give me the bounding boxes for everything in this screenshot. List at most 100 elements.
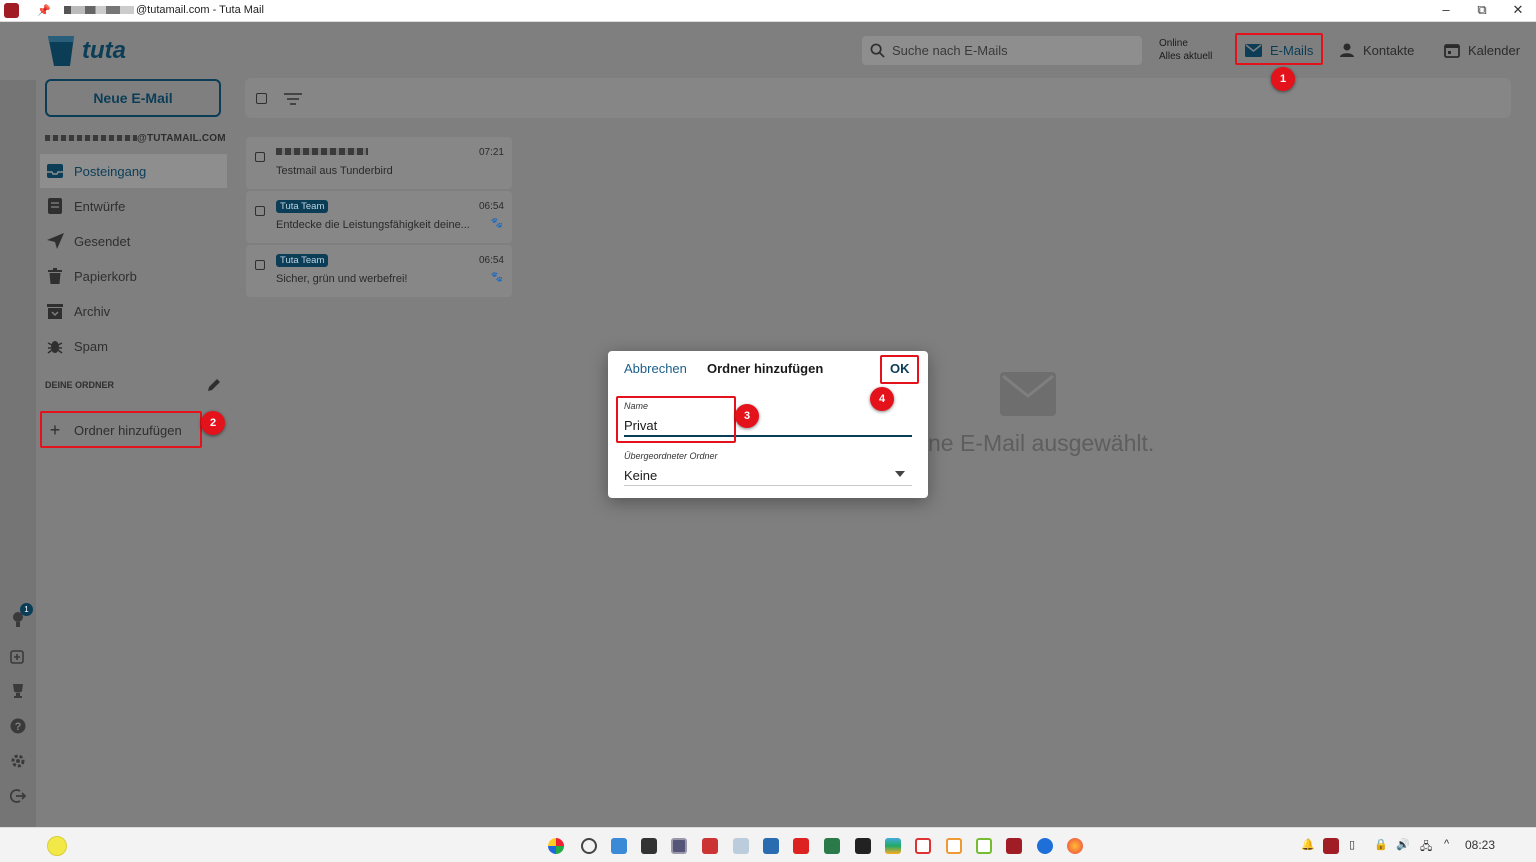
help-icon[interactable]: ? [8,716,28,736]
annotation-badge-3: 3 [735,404,759,428]
lock-icon[interactable]: 🔒 [1374,838,1388,851]
spreadsheet-app-icon[interactable] [824,838,840,854]
puzzle-app-icon[interactable] [702,838,718,854]
pdf-app-icon[interactable] [793,838,809,854]
office-sheets-icon[interactable] [946,838,962,854]
draft-icon [46,197,64,215]
pin-icon[interactable]: 📌 [37,4,51,17]
launcher-icon[interactable] [548,838,564,854]
no-mail-selected-text: ne E-Mail ausgewählt. [928,430,1155,456]
taskbar: 🔔 ▯ 🔒 🔊 🖧 ^ 08:23 [0,827,1536,862]
annotation-box-4 [880,355,919,384]
notification-bell-icon[interactable]: 🔔 [1301,838,1315,851]
search-icon [870,43,885,58]
list-toolbar [245,78,1511,118]
new-mail-button[interactable]: Neue E-Mail [45,79,221,117]
mail-sender: Tuta Team [276,200,329,213]
sidebar-item-posteingang[interactable]: Posteingang [40,154,227,188]
mail-time: 07:21 [478,147,504,158]
bug-icon [46,337,64,355]
office-slides-icon[interactable] [976,838,992,854]
trash-icon [46,267,64,285]
parent-select-underline [624,485,912,486]
sidebar-item-entwuerfe[interactable]: Entwürfe [40,189,227,223]
window-title: @tutamail.com - Tuta Mail [64,4,264,16]
store-app-icon[interactable] [763,838,779,854]
sidebar-item-archiv[interactable]: Archiv [40,294,227,328]
annotation-badge-4: 4 [870,387,894,411]
calendar-icon [1444,44,1460,58]
mail-list-item[interactable]: Tuta Team 06:54 Sicher, grün und werbefr… [246,245,512,297]
parent-folder-label: Übergeordneter Ordner [624,451,718,461]
annotation-box-1 [1235,33,1323,65]
layers-app-icon[interactable] [885,838,901,854]
trophy-icon[interactable] [8,681,28,701]
annotation-box-2 [40,411,202,448]
clock: 08:23 [1465,838,1496,852]
add-folder-rail-icon[interactable] [8,646,28,666]
tuta-logo[interactable]: tuta [46,32,136,68]
file-manager-icon[interactable] [611,838,627,854]
mail-subject: Entdecke die Leistungsfähigkeit deine... [276,219,470,231]
mail-checkbox[interactable] [255,152,265,162]
archive-icon [46,302,64,320]
annotation-badge-2: 2 [201,411,225,435]
weather-sun-icon[interactable] [47,836,67,856]
svg-text:?: ? [15,721,22,733]
maximize-button[interactable]: ⧉ [1472,2,1492,18]
mail-checkbox[interactable] [255,260,265,270]
volume-icon[interactable]: 🔊 [1396,838,1410,851]
mail-subject: Testmail aus Tunderbird [276,165,393,177]
dialog-title: Ordner hinzufügen [707,361,824,376]
notes-app-icon[interactable] [733,838,749,854]
logout-icon[interactable] [8,786,28,806]
inbox-icon [46,162,64,180]
monitor-app-icon[interactable] [671,838,687,854]
annotation-badge-1: 1 [1271,67,1295,91]
tuta-tray-icon[interactable] [1323,838,1339,854]
section-heading-my-folders: DEINE ORDNER [45,380,115,390]
nav-contacts[interactable]: Kontakte [1339,36,1414,64]
paw-icon: 🐾 [490,218,503,229]
firefox-icon[interactable] [1067,838,1083,854]
search-input[interactable]: Suche nach E-Mails [862,36,1142,65]
filter-icon[interactable] [284,92,302,110]
mail-sender [276,147,368,158]
clipboard-icon[interactable]: ▯ [1349,838,1355,851]
window-titlebar: 📌 @tutamail.com - Tuta Mail – ⧉ ✕ [0,0,1536,22]
mail-time: 06:54 [478,201,504,212]
settings-gear-icon[interactable] [8,751,28,771]
ebook-app-icon[interactable] [855,838,871,854]
office-writer-icon[interactable] [915,838,931,854]
thunderbird-icon[interactable] [1037,838,1053,854]
terminal-icon[interactable] [641,838,657,854]
mail-sender: Tuta Team [276,254,329,267]
close-button[interactable]: ✕ [1508,2,1528,18]
tray-expand-icon[interactable]: ^ [1444,838,1449,850]
select-all-checkbox[interactable] [256,93,267,104]
parent-folder-select[interactable]: Keine [624,468,657,483]
sidebar-item-gesendet[interactable]: Gesendet [40,224,227,258]
search-taskbar-icon[interactable] [581,838,597,854]
person-icon [1340,43,1354,57]
left-rail [0,80,36,827]
tuta-taskbar-icon[interactable] [1006,838,1022,854]
search-placeholder: Suche nach E-Mails [892,43,1008,58]
sidebar-item-spam[interactable]: Spam [40,329,227,363]
edit-folders-pencil-icon[interactable] [206,377,222,398]
nav-calendar[interactable]: Kalender [1444,36,1520,64]
mail-list-item[interactable]: 07:21 Testmail aus Tunderbird [246,137,512,189]
mail-time: 06:54 [478,255,504,266]
logo-text: tuta [82,37,126,64]
sidebar-item-papierkorb[interactable]: Papierkorb [40,259,227,293]
send-icon [46,232,64,250]
minimize-button[interactable]: – [1436,2,1456,17]
sync-status: Online Alles aktuell [1159,38,1213,62]
mail-checkbox[interactable] [255,206,265,216]
chevron-down-icon[interactable] [895,464,905,482]
account-address: @TUTAMAIL.COM [45,133,226,144]
annotation-box-3 [616,396,736,443]
network-icon[interactable]: 🖧 [1420,838,1432,857]
cancel-button[interactable]: Abbrechen [624,361,687,376]
mail-list-item[interactable]: Tuta Team 06:54 Entdecke die Leistungsfä… [246,191,512,243]
